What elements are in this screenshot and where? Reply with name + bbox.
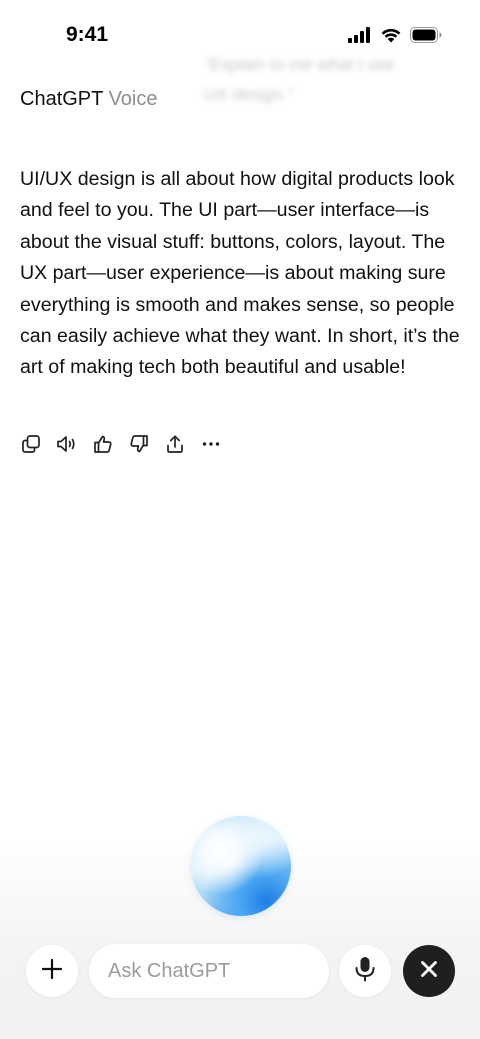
plus-icon [41,958,63,985]
voice-orb[interactable] [191,816,291,916]
battery-icon [410,26,442,48]
quote-line: UX design.” [204,85,293,104]
mode-label: Voice [108,88,158,110]
message-actions [20,432,222,456]
copy-button[interactable] [20,432,42,456]
copy-icon [21,434,41,454]
app-name: ChatGPT [20,88,103,110]
more-button[interactable] [200,432,222,456]
status-icons [348,26,442,48]
message-input-container[interactable] [89,944,329,998]
read-aloud-button[interactable] [56,432,78,456]
thumbs-up-icon [93,434,113,454]
add-attachment-button[interactable] [26,945,78,997]
share-icon [165,434,185,454]
microphone-icon [354,956,376,987]
cellular-signal-icon [348,26,372,48]
end-voice-button[interactable] [403,945,455,997]
status-time: 9:41 [66,23,109,46]
page-title: ChatGPT Voice [20,88,158,111]
close-icon [419,959,439,984]
message-input[interactable] [108,959,308,983]
microphone-button[interactable] [339,945,391,997]
quote-line: “Explain to me what I see [204,55,395,74]
more-icon [201,434,221,454]
read-aloud-icon [56,434,78,454]
wifi-icon [380,26,402,48]
thumbs-down-button[interactable] [128,432,150,456]
thumbs-up-button[interactable] [92,432,114,456]
share-button[interactable] [164,432,186,456]
assistant-message: UI/UX design is all about how digital pr… [20,168,460,379]
blurred-user-quote: “Explain to me what I see UX design.” [196,50,446,122]
thumbs-down-icon [129,434,149,454]
